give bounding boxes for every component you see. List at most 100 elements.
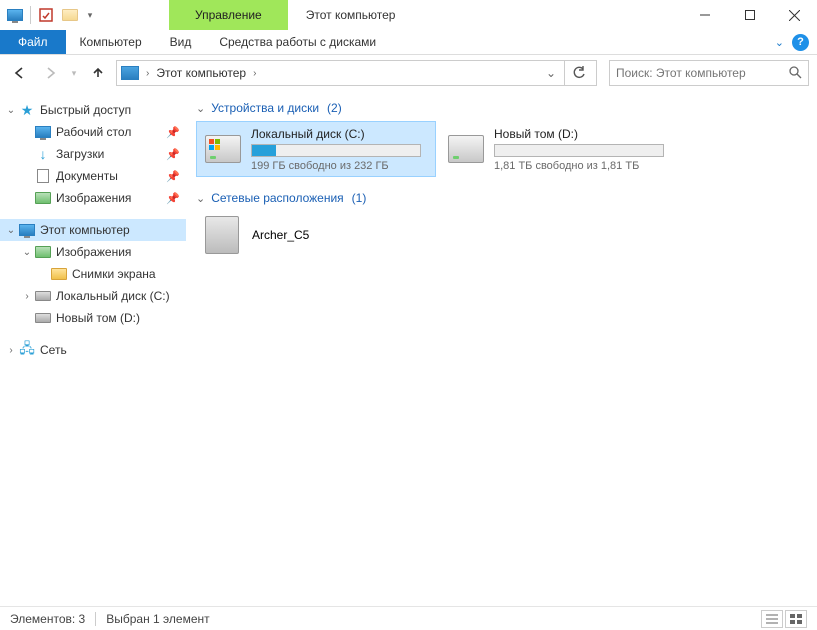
pin-icon: 📌: [166, 126, 180, 139]
documents-icon: [34, 169, 52, 183]
tree-label: Быстрый доступ: [40, 103, 180, 117]
drive-c[interactable]: Локальный диск (C:) 199 ГБ свободно из 2…: [196, 121, 436, 177]
group-count: (1): [352, 191, 367, 205]
drive-icon: [34, 291, 52, 301]
desktop-icon: [34, 126, 52, 138]
network-location-archer[interactable]: Archer_C5: [196, 211, 807, 259]
search-input[interactable]: [616, 66, 788, 80]
tree-label: Снимки экрана: [72, 267, 180, 281]
recent-dropdown-icon[interactable]: ▾: [68, 61, 80, 85]
chevron-down-icon[interactable]: ⌄: [4, 225, 18, 236]
tree-label: Загрузки: [56, 147, 162, 161]
chevron-down-icon[interactable]: ⌄: [196, 192, 205, 205]
up-button[interactable]: [86, 61, 110, 85]
chevron-right-icon[interactable]: ›: [143, 68, 152, 79]
back-button[interactable]: [8, 61, 32, 85]
chevron-down-icon[interactable]: ⌄: [20, 247, 34, 258]
qat-dropdown-icon[interactable]: ▾: [83, 4, 97, 26]
title-bar: ▾ Управление Этот компьютер: [0, 0, 817, 30]
tree-quick-access[interactable]: ⌄ ★ Быстрый доступ: [0, 99, 186, 121]
tree-downloads[interactable]: ↓ Загрузки 📌: [0, 143, 186, 165]
drive-usage-bar: [494, 144, 664, 157]
view-details-button[interactable]: [761, 610, 783, 628]
group-network[interactable]: ⌄ Сетевые расположения (1): [196, 185, 807, 211]
tree-label: Рабочий стол: [56, 125, 162, 139]
drive-usage-bar: [251, 144, 421, 157]
tree-label: Локальный диск (C:): [56, 289, 180, 303]
tab-view[interactable]: Вид: [156, 30, 206, 54]
tree-pictures-folder[interactable]: ⌄ Изображения: [0, 241, 186, 263]
tree-local-disk-c[interactable]: › Локальный диск (C:): [0, 285, 186, 307]
tree-label: Этот компьютер: [40, 223, 180, 237]
tree-pictures[interactable]: Изображения 📌: [0, 187, 186, 209]
breadcrumb-item[interactable]: Этот компьютер: [156, 66, 246, 80]
tree-desktop[interactable]: Рабочий стол 📌: [0, 121, 186, 143]
ribbon-expand-icon[interactable]: ⌄: [775, 36, 784, 49]
qat-new-folder-icon[interactable]: [59, 4, 81, 26]
router-icon: [202, 215, 242, 255]
chevron-right-icon[interactable]: ›: [250, 68, 259, 79]
pin-icon: 📌: [166, 170, 180, 183]
tab-drive-tools[interactable]: Средства работы с дисками: [205, 30, 390, 54]
maximize-button[interactable]: [727, 0, 772, 30]
pin-icon: 📌: [166, 148, 180, 161]
pin-icon: 📌: [166, 192, 180, 205]
chevron-right-icon[interactable]: ›: [4, 345, 18, 356]
drive-freespace: 199 ГБ свободно из 232 ГБ: [251, 160, 429, 172]
refresh-button[interactable]: [564, 60, 592, 86]
pictures-icon: [34, 192, 52, 204]
status-selected-count: Выбран 1 элемент: [106, 612, 209, 626]
status-elements-count: Элементов: 3: [10, 612, 85, 626]
address-this-pc-icon: [121, 66, 139, 80]
content-pane: ⌄ Устройства и диски (2) Локальный диск …: [186, 91, 817, 606]
search-icon[interactable]: [788, 65, 802, 82]
this-pc-icon: [18, 224, 36, 236]
group-title: Сетевые расположения: [211, 191, 343, 205]
tree-label: Изображения: [56, 191, 162, 205]
chevron-right-icon[interactable]: ›: [20, 291, 34, 302]
tree-this-pc[interactable]: ⌄ Этот компьютер: [0, 219, 186, 241]
status-bar: Элементов: 3 Выбран 1 элемент: [0, 606, 817, 630]
address-bar[interactable]: › Этот компьютер › ⌄: [116, 60, 597, 86]
window-title: Этот компьютер: [288, 0, 682, 30]
network-icon: 🖧: [18, 338, 36, 362]
folder-icon: [50, 268, 68, 280]
tree-label: Новый том (D:): [56, 311, 180, 325]
group-count: (2): [327, 101, 342, 115]
qat-this-pc-icon[interactable]: [4, 4, 26, 26]
tree-new-volume-d[interactable]: Новый том (D:): [0, 307, 186, 329]
tree-screenshots[interactable]: Снимки экрана: [0, 263, 186, 285]
help-button[interactable]: ?: [792, 34, 809, 51]
navigation-pane: ⌄ ★ Быстрый доступ Рабочий стол 📌 ↓ Загр…: [0, 91, 186, 606]
qat-properties-icon[interactable]: [35, 4, 57, 26]
group-devices[interactable]: ⌄ Устройства и диски (2): [196, 95, 807, 121]
drive-name: Локальный диск (C:): [251, 127, 429, 141]
close-button[interactable]: [772, 0, 817, 30]
minimize-button[interactable]: [682, 0, 727, 30]
address-history-dropdown-icon[interactable]: ⌄: [540, 61, 562, 85]
tab-file[interactable]: Файл: [0, 30, 66, 54]
chevron-down-icon[interactable]: ⌄: [4, 105, 18, 116]
drive-icon: [203, 129, 243, 169]
quick-access-toolbar: ▾: [0, 0, 101, 30]
ribbon-context-tab[interactable]: Управление: [169, 0, 288, 30]
star-icon: ★: [18, 102, 36, 119]
tree-label: Изображения: [56, 245, 180, 259]
navigation-bar: ▾ › Этот компьютер › ⌄: [0, 55, 817, 91]
search-box[interactable]: [609, 60, 809, 86]
drive-d[interactable]: Новый том (D:) 1,81 ТБ свободно из 1,81 …: [440, 121, 680, 177]
tree-network[interactable]: › 🖧 Сеть: [0, 339, 186, 361]
tree-documents[interactable]: Документы 📌: [0, 165, 186, 187]
pictures-icon: [34, 246, 52, 258]
drive-freespace: 1,81 ТБ свободно из 1,81 ТБ: [494, 160, 674, 172]
downloads-icon: ↓: [34, 146, 52, 162]
ribbon-tabs: Файл Компьютер Вид Средства работы с дис…: [0, 30, 817, 55]
view-large-icons-button[interactable]: [785, 610, 807, 628]
tab-computer[interactable]: Компьютер: [66, 30, 156, 54]
drive-name: Новый том (D:): [494, 127, 674, 141]
tree-label: Документы: [56, 169, 162, 183]
chevron-down-icon[interactable]: ⌄: [196, 102, 205, 115]
network-location-name: Archer_C5: [252, 228, 309, 242]
drive-icon: [446, 129, 486, 169]
forward-button[interactable]: [38, 61, 62, 85]
